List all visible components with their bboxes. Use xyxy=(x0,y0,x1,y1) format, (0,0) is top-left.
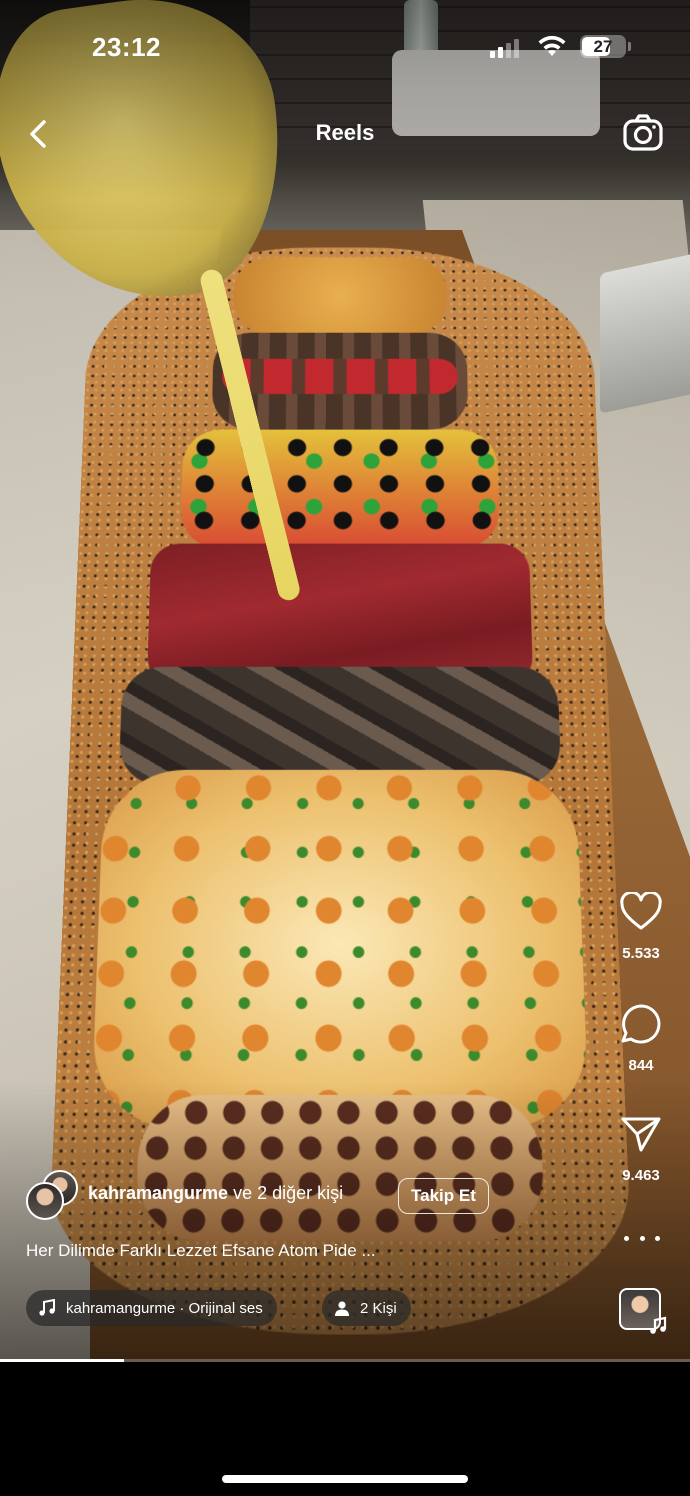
reel-video[interactable] xyxy=(0,0,690,1362)
share-count: 9.463 xyxy=(622,1167,660,1184)
like-count: 5.533 xyxy=(622,945,660,962)
collaborators-text[interactable]: ve 2 diğer kişi xyxy=(233,1183,343,1203)
tagged-people-chip[interactable]: 2 Kişi xyxy=(322,1290,411,1326)
topping-olives-corn xyxy=(180,429,500,549)
wifi-icon xyxy=(538,35,566,56)
status-bar: 23:12 27 xyxy=(0,0,690,92)
battery-cap xyxy=(628,42,631,51)
home-indicator[interactable] xyxy=(222,1475,468,1483)
battery-level: 27 xyxy=(593,36,613,56)
video-progress-bar[interactable] xyxy=(0,1359,690,1362)
audio-chip[interactable]: kahramangurme · Orijinal ses xyxy=(26,1290,277,1326)
music-note-icon xyxy=(650,1316,667,1334)
follow-button[interactable]: Takip Et xyxy=(398,1178,489,1214)
cellular-signal-icon xyxy=(490,38,519,58)
author-line[interactable]: kahramangurme ve 2 diğer kişi xyxy=(88,1183,343,1204)
people-label: 2 Kişi xyxy=(360,1299,397,1317)
topping-doner xyxy=(118,666,562,785)
person-icon xyxy=(335,1301,349,1316)
post-caption[interactable]: Her Dilimde Farklı Lezzet Efsane Atom Pi… xyxy=(26,1241,546,1261)
author-avatar[interactable] xyxy=(26,1182,64,1220)
camera-icon[interactable] xyxy=(622,112,664,154)
author-username[interactable]: kahramangurme xyxy=(88,1183,228,1203)
metal-tray xyxy=(600,250,690,414)
page-title: Reels xyxy=(315,120,375,145)
speech-bubble-icon[interactable] xyxy=(619,1002,663,1044)
ellipsis-icon[interactable] xyxy=(624,1228,660,1248)
heart-icon[interactable] xyxy=(619,890,663,932)
paper-plane-icon[interactable] xyxy=(619,1114,663,1154)
comment-action[interactable]: 844 xyxy=(606,1002,676,1074)
video-progress-fill xyxy=(0,1359,125,1362)
audio-label: kahramangurme · Orijinal ses xyxy=(66,1299,263,1317)
status-time: 23:12 xyxy=(92,32,161,62)
comment-count: 844 xyxy=(628,1057,654,1074)
like-action[interactable]: 5.533 xyxy=(606,890,676,962)
share-action[interactable]: 9.463 xyxy=(606,1114,676,1184)
battery-icon: 27 xyxy=(580,35,626,58)
topping-cheese xyxy=(232,257,448,335)
topping-mixed-cheese xyxy=(90,769,590,1129)
music-note-icon xyxy=(39,1299,55,1316)
topping-tomato xyxy=(221,358,459,395)
topping-pastirma xyxy=(146,543,534,687)
